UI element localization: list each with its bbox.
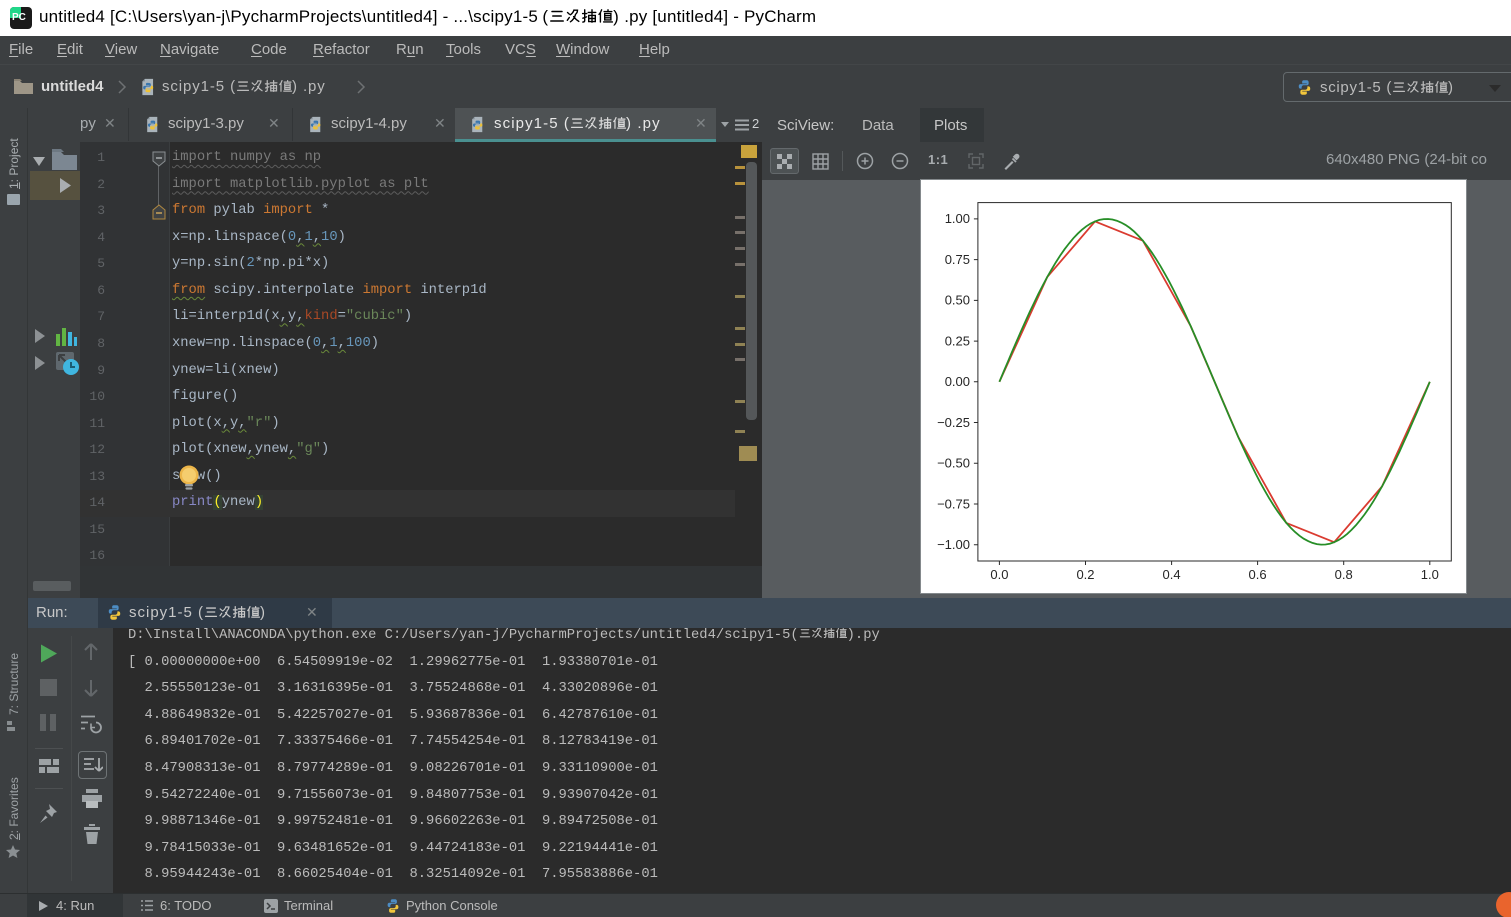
svg-text:0.25: 0.25 xyxy=(945,333,970,348)
svg-text:−0.25: −0.25 xyxy=(937,415,970,430)
svg-text:1.00: 1.00 xyxy=(945,211,970,226)
svg-text:−0.50: −0.50 xyxy=(937,456,970,471)
svg-text:−1.00: −1.00 xyxy=(937,537,970,552)
svg-text:−0.75: −0.75 xyxy=(937,496,970,511)
svg-text:0.2: 0.2 xyxy=(1076,567,1094,582)
svg-text:0.0: 0.0 xyxy=(990,567,1008,582)
svg-text:0.00: 0.00 xyxy=(945,374,970,389)
svg-text:0.4: 0.4 xyxy=(1163,567,1181,582)
svg-text:0.8: 0.8 xyxy=(1335,567,1353,582)
svg-text:0.50: 0.50 xyxy=(945,293,970,308)
svg-text:0.75: 0.75 xyxy=(945,252,970,267)
svg-text:0.6: 0.6 xyxy=(1249,567,1267,582)
svg-text:1.0: 1.0 xyxy=(1421,567,1439,582)
